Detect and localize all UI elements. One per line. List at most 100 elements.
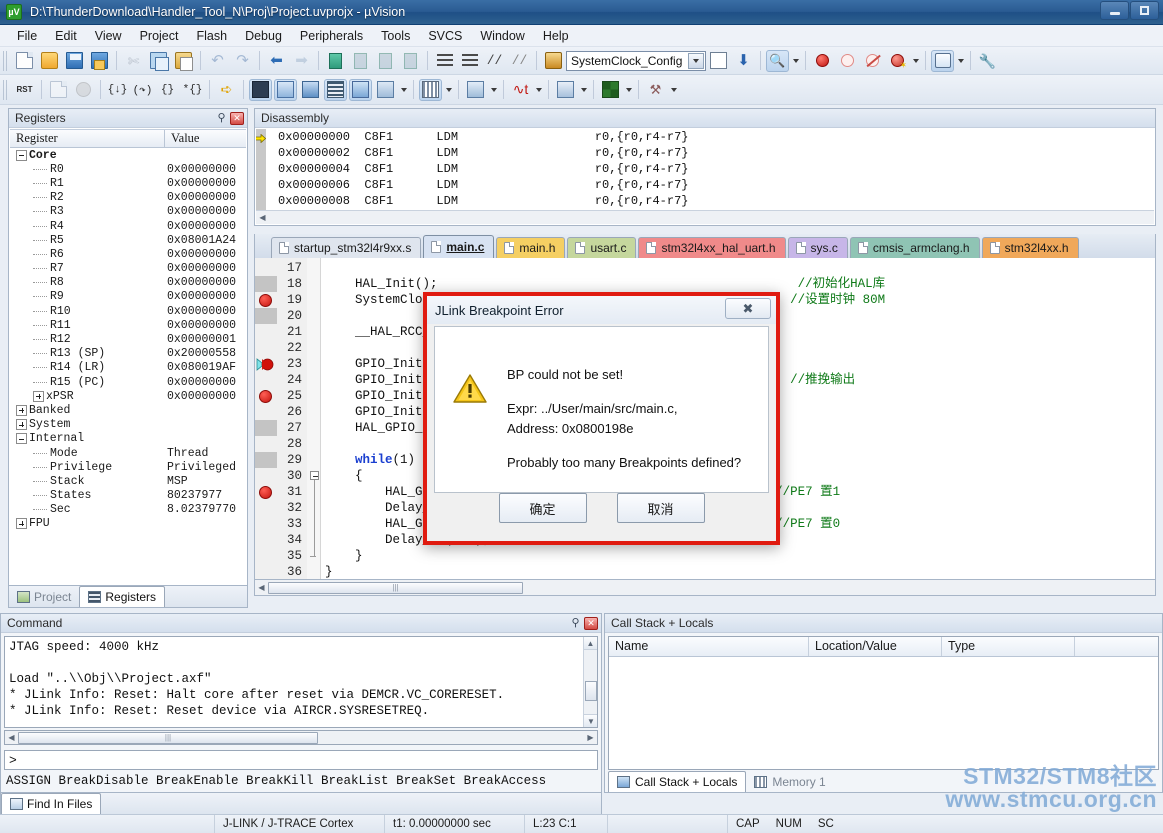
new-file-icon[interactable] <box>13 50 36 72</box>
register-row[interactable]: R13 (SP) 0x20000558 <box>10 347 246 361</box>
close-icon[interactable]: ✕ <box>584 616 598 630</box>
undo-icon[interactable]: ↶ <box>206 50 229 72</box>
menu-help[interactable]: Help <box>534 27 578 45</box>
watch-window-icon[interactable] <box>374 79 397 101</box>
register-row[interactable]: R5 0x08001A24 <box>10 233 246 247</box>
find-dropdown-icon[interactable] <box>790 50 801 72</box>
components-dropdown-icon[interactable] <box>955 50 966 72</box>
memory-window-icon[interactable] <box>419 78 442 101</box>
breakpoint-insert-icon[interactable] <box>811 50 834 72</box>
code-line[interactable]: } <box>321 564 1155 579</box>
configure-icon[interactable]: 🔧 <box>976 50 999 72</box>
bookmark-next-icon[interactable] <box>374 50 397 72</box>
menu-peripherals[interactable]: Peripherals <box>291 27 372 45</box>
run-to-cursor-icon[interactable]: *{} <box>181 79 204 101</box>
menu-edit[interactable]: Edit <box>46 27 86 45</box>
scroll-right-icon[interactable]: ▶ <box>584 733 597 742</box>
disassembly-line[interactable]: 0x00000008 C8F1 LDM r0,{r0,r4-r7} <box>266 193 1154 209</box>
register-row[interactable]: R8 0x00000000 <box>10 276 246 290</box>
register-row[interactable]: R9 0x00000000 <box>10 290 246 304</box>
analysis-icon[interactable]: ∿t <box>509 79 532 101</box>
register-row[interactable]: System <box>10 418 246 432</box>
serial-dropdown-icon[interactable] <box>488 79 499 101</box>
save-icon[interactable] <box>63 50 86 72</box>
register-row[interactable]: Sec 8.02379770 <box>10 503 246 517</box>
editor-tab-usart-c[interactable]: usart.c <box>567 237 637 258</box>
toolbar-grip[interactable] <box>3 79 9 100</box>
trace-dropdown-icon[interactable] <box>578 79 589 101</box>
disassembly-body[interactable]: 0x00000000 C8F1 LDM r0,{r0,r4-r7} 0x00000… <box>256 129 1154 224</box>
register-row[interactable]: R7 0x00000000 <box>10 262 246 276</box>
bookmark-prev-icon[interactable] <box>349 50 372 72</box>
outdent-icon[interactable] <box>458 50 481 72</box>
pin-icon[interactable]: ⚲ <box>569 617 582 630</box>
code-line[interactable] <box>321 260 1155 276</box>
browse-symbols-icon[interactable] <box>707 50 730 72</box>
expand-icon[interactable] <box>16 404 27 416</box>
menu-debug[interactable]: Debug <box>236 27 291 45</box>
system-viewer-dropdown-icon[interactable] <box>623 79 634 101</box>
system-viewer-icon[interactable] <box>599 79 622 101</box>
registers-window-icon[interactable] <box>324 78 347 101</box>
breakpoint-kill-all-icon[interactable] <box>861 50 884 72</box>
command-hscroll-thumb[interactable]: ||| <box>18 731 318 744</box>
pin-icon[interactable]: ⚲ <box>215 112 228 125</box>
memory-dropdown-icon[interactable] <box>443 79 454 101</box>
find-in-files-icon[interactable] <box>542 50 565 72</box>
expand-icon[interactable] <box>33 390 44 402</box>
save-all-icon[interactable] <box>88 50 111 72</box>
scroll-up-icon[interactable]: ▲ <box>584 637 597 650</box>
tab-find-in-files[interactable]: Find In Files <box>1 793 102 814</box>
indent-icon[interactable] <box>433 50 456 72</box>
call-stack-grid[interactable]: Name Location/Value Type <box>608 636 1159 770</box>
register-row[interactable]: R0 0x00000000 <box>10 162 246 176</box>
comment-icon[interactable]: // <box>483 50 506 72</box>
vscroll-thumb[interactable] <box>585 681 597 701</box>
close-icon[interactable]: ✕ <box>230 111 244 125</box>
register-row[interactable]: Internal <box>10 432 246 446</box>
editor-tab-cmsis-armclang-h[interactable]: cmsis_armclang.h <box>849 237 980 258</box>
register-row[interactable]: R6 0x00000000 <box>10 247 246 261</box>
tab-registers[interactable]: Registers <box>79 586 166 607</box>
register-row[interactable]: Privilege Privileged <box>10 460 246 474</box>
back-icon[interactable]: ⬅ <box>265 50 288 72</box>
forward-icon[interactable]: ➡ <box>290 50 313 72</box>
editor-tab-stm32l4xx-hal-uart-h[interactable]: stm32l4xx_hal_uart.h <box>638 237 786 258</box>
call-stack-icon[interactable] <box>349 78 372 101</box>
uncomment-icon[interactable]: // <box>508 50 531 72</box>
collapse-icon[interactable] <box>16 433 27 445</box>
command-output[interactable]: JTAG speed: 4000 kHz Load "..\\Obj\\Proj… <box>4 636 598 728</box>
menu-project[interactable]: Project <box>131 27 188 45</box>
register-row[interactable]: R11 0x00000000 <box>10 318 246 332</box>
command-window-icon[interactable] <box>249 78 272 101</box>
breakpoint-marker[interactable] <box>259 389 272 403</box>
function-combo[interactable]: SystemClock_Config <box>566 50 706 71</box>
tools-dropdown-icon[interactable] <box>668 79 679 101</box>
trace-icon[interactable] <box>554 79 577 101</box>
register-row[interactable]: Core <box>10 148 246 162</box>
editor-tab-stm32l4xx-h[interactable]: stm32l4xx.h <box>981 237 1079 258</box>
register-row[interactable]: R2 0x00000000 <box>10 191 246 205</box>
editor-tab-main-c[interactable]: main.c <box>423 235 495 258</box>
manage-components-icon[interactable] <box>931 49 954 72</box>
menu-svcs[interactable]: SVCS <box>419 27 471 45</box>
register-row[interactable]: Banked <box>10 403 246 417</box>
code-line[interactable]: } <box>321 548 1155 564</box>
code-fold-gutter[interactable] <box>307 258 321 579</box>
scroll-left-icon[interactable]: ◀ <box>255 583 268 592</box>
breakpoint-disable-icon[interactable] <box>836 50 859 72</box>
register-row[interactable]: R15 (PC) 0x00000000 <box>10 375 246 389</box>
editor-tab-main-h[interactable]: main.h <box>496 237 566 258</box>
tools-icon[interactable]: ⚒ <box>644 79 667 101</box>
step-list-icon[interactable] <box>47 79 70 101</box>
command-hscrollbar[interactable]: ◀ ||| ▶ <box>4 730 598 745</box>
breakpoint-gutter[interactable] <box>255 258 277 579</box>
chevron-down-icon[interactable] <box>688 52 704 69</box>
breakpoint-disable-all-icon[interactable] <box>886 50 909 72</box>
cut-icon[interactable]: ✄ <box>122 50 145 72</box>
cancel-button[interactable]: 取消 <box>616 493 705 523</box>
step-out-icon[interactable]: {} <box>156 79 179 101</box>
maximize-button[interactable] <box>1130 1 1159 20</box>
register-row[interactable]: xPSR 0x00000000 <box>10 389 246 403</box>
tab-memory-1[interactable]: Memory 1 <box>746 772 833 792</box>
